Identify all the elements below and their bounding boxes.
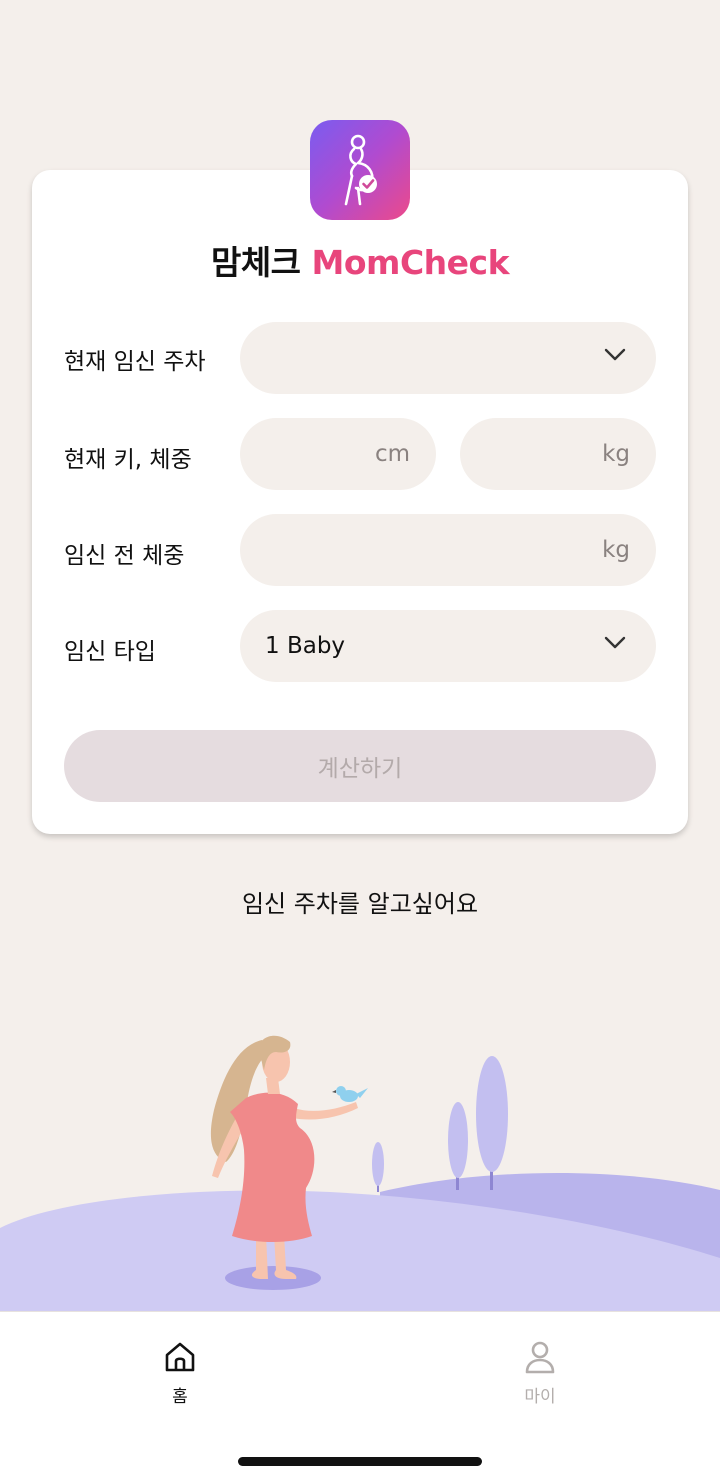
pregnant-woman-illustration xyxy=(0,1035,720,1312)
type-value: 1 Baby xyxy=(265,633,346,659)
calculator-card: 맘체크 MomCheck 현재 임신 주차 현재 키, 체중 cm kg 임신 … xyxy=(32,170,688,834)
app-title: 맘체크 MomCheck xyxy=(32,236,688,284)
weeks-label: 현재 임신 주차 xyxy=(64,349,206,375)
height-unit: cm xyxy=(374,441,410,467)
chevron-down-icon xyxy=(604,636,626,649)
weight-unit: kg xyxy=(602,441,630,467)
app-logo xyxy=(310,120,410,220)
height-input[interactable]: cm xyxy=(240,418,436,490)
app-title-en: MomCheck xyxy=(311,243,510,282)
question-text: 임신 주차를 알고싶어요 xyxy=(241,890,479,918)
bottom-tab-bar: 홈 마이 xyxy=(0,1311,720,1480)
pre-weight-unit: kg xyxy=(602,537,630,563)
calculate-button[interactable]: 계산하기 xyxy=(64,730,656,802)
tab-my-label: 마이 xyxy=(524,1387,556,1407)
weeks-select[interactable] xyxy=(240,322,656,394)
home-indicator xyxy=(238,1457,482,1466)
tab-home[interactable]: 홈 xyxy=(120,1340,240,1407)
tab-home-label: 홈 xyxy=(172,1387,188,1407)
height-weight-label: 현재 키, 체중 xyxy=(64,447,192,473)
app-title-ko: 맘체크 xyxy=(210,243,301,282)
pregnant-woman-check-icon xyxy=(344,134,377,206)
tab-my[interactable]: 마이 xyxy=(480,1340,600,1407)
pre-weight-input[interactable]: kg xyxy=(240,514,656,586)
home-icon xyxy=(165,1342,195,1372)
type-select[interactable]: 1 Baby xyxy=(240,610,656,682)
chevron-down-icon xyxy=(604,348,626,361)
type-label: 임신 타입 xyxy=(64,639,156,665)
person-icon xyxy=(525,1341,555,1374)
pre-weight-label: 임신 전 체중 xyxy=(64,543,185,569)
weight-input[interactable]: kg xyxy=(460,418,656,490)
